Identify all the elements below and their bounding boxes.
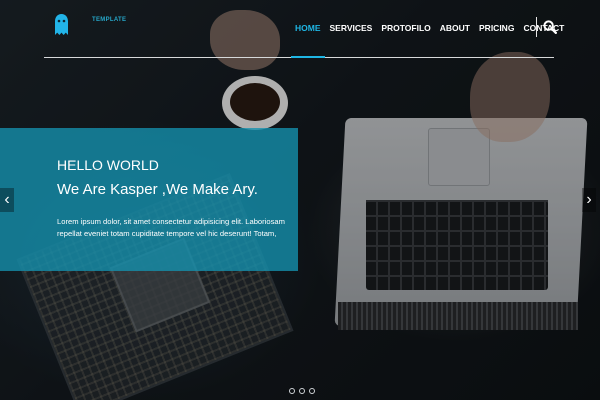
nav-item-pricing[interactable]: PRICING [479,21,514,57]
slider-dots [289,388,315,394]
chevron-left-icon[interactable]: ‹ [0,188,14,212]
main-nav: HOME SERVICES PROTOFILO ABOUT PRICING CO… [291,21,573,58]
search-icon[interactable] [543,20,558,35]
slide-subtitle: We Are Kasper ,We Make Ary. [57,181,258,198]
nav-item-home[interactable]: HOME [291,21,324,58]
nav-item-about[interactable]: ABOUT [440,21,470,57]
nav-divider [536,17,537,37]
slider-dot[interactable] [309,388,315,394]
slider-dot[interactable] [289,388,295,394]
slider-dot[interactable] [299,388,305,394]
ghost-icon[interactable] [54,13,69,37]
slide-body: Lorem ipsum dolor, sit amet consectetur … [57,217,285,239]
nav-item-services[interactable]: SERVICES [330,21,373,57]
slide-title: HELLO WORLD [57,157,159,173]
nav-item-portfolio[interactable]: PROTOFILO [381,21,430,57]
slide-caption: HELLO WORLD We Are Kasper ,We Make Ary. … [0,128,298,271]
brand-name[interactable]: TEMPLATE [92,17,126,23]
site-header: TEMPLATE HOME SERVICES PROTOFILO ABOUT P… [44,0,564,58]
chevron-right-icon[interactable]: › [582,188,596,212]
